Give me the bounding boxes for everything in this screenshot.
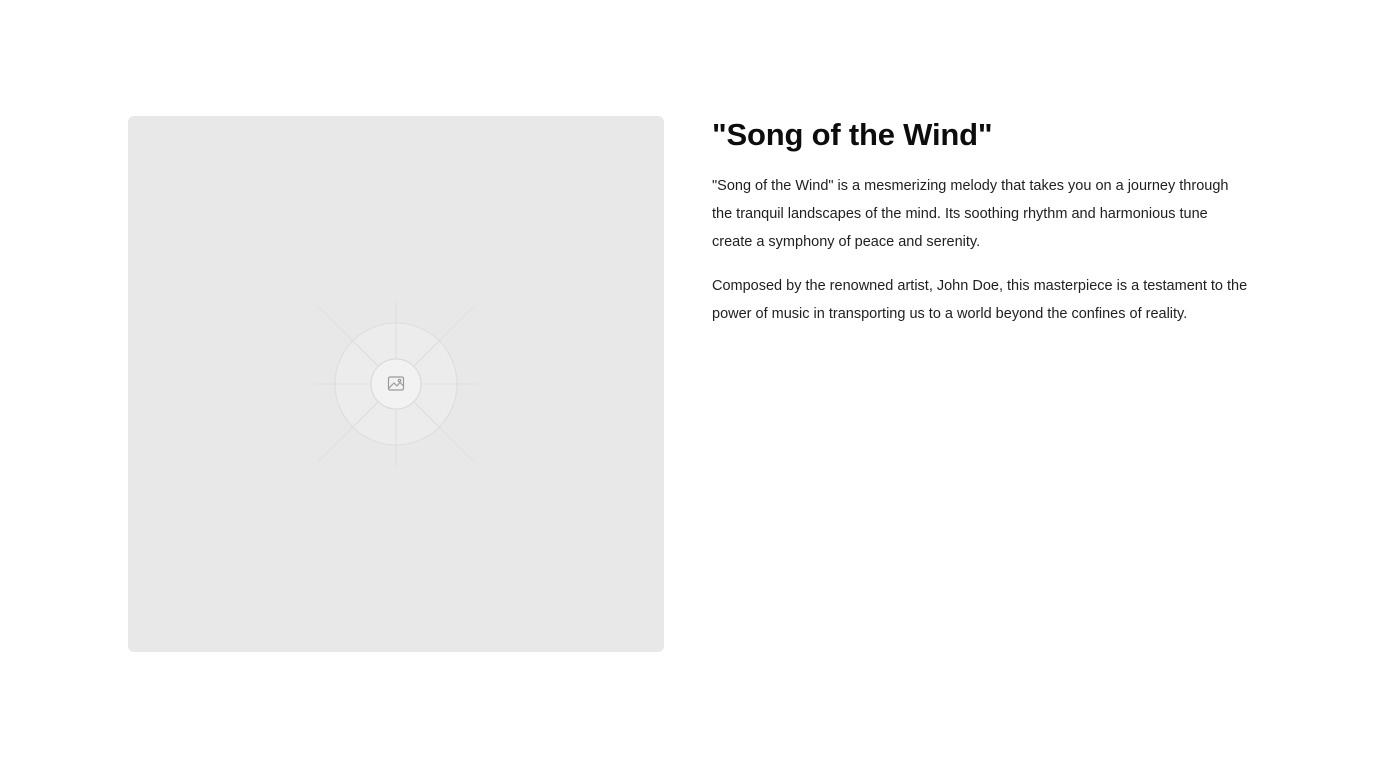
image-placeholder-graphic [314, 302, 478, 466]
song-title: "Song of the Wind" [712, 117, 993, 152]
song-cover-image [128, 116, 664, 652]
song-composer-paragraph: Composed by the renowned artist, John Do… [712, 278, 1248, 322]
song-description-paragraph: "Song of the Wind" is a mesmerizing melo… [712, 178, 1229, 250]
song-details: "Song of the Wind" "Song of the Wind" is… [712, 116, 1252, 328]
page: "Song of the Wind" "Song of the Wind" is… [0, 0, 1376, 768]
